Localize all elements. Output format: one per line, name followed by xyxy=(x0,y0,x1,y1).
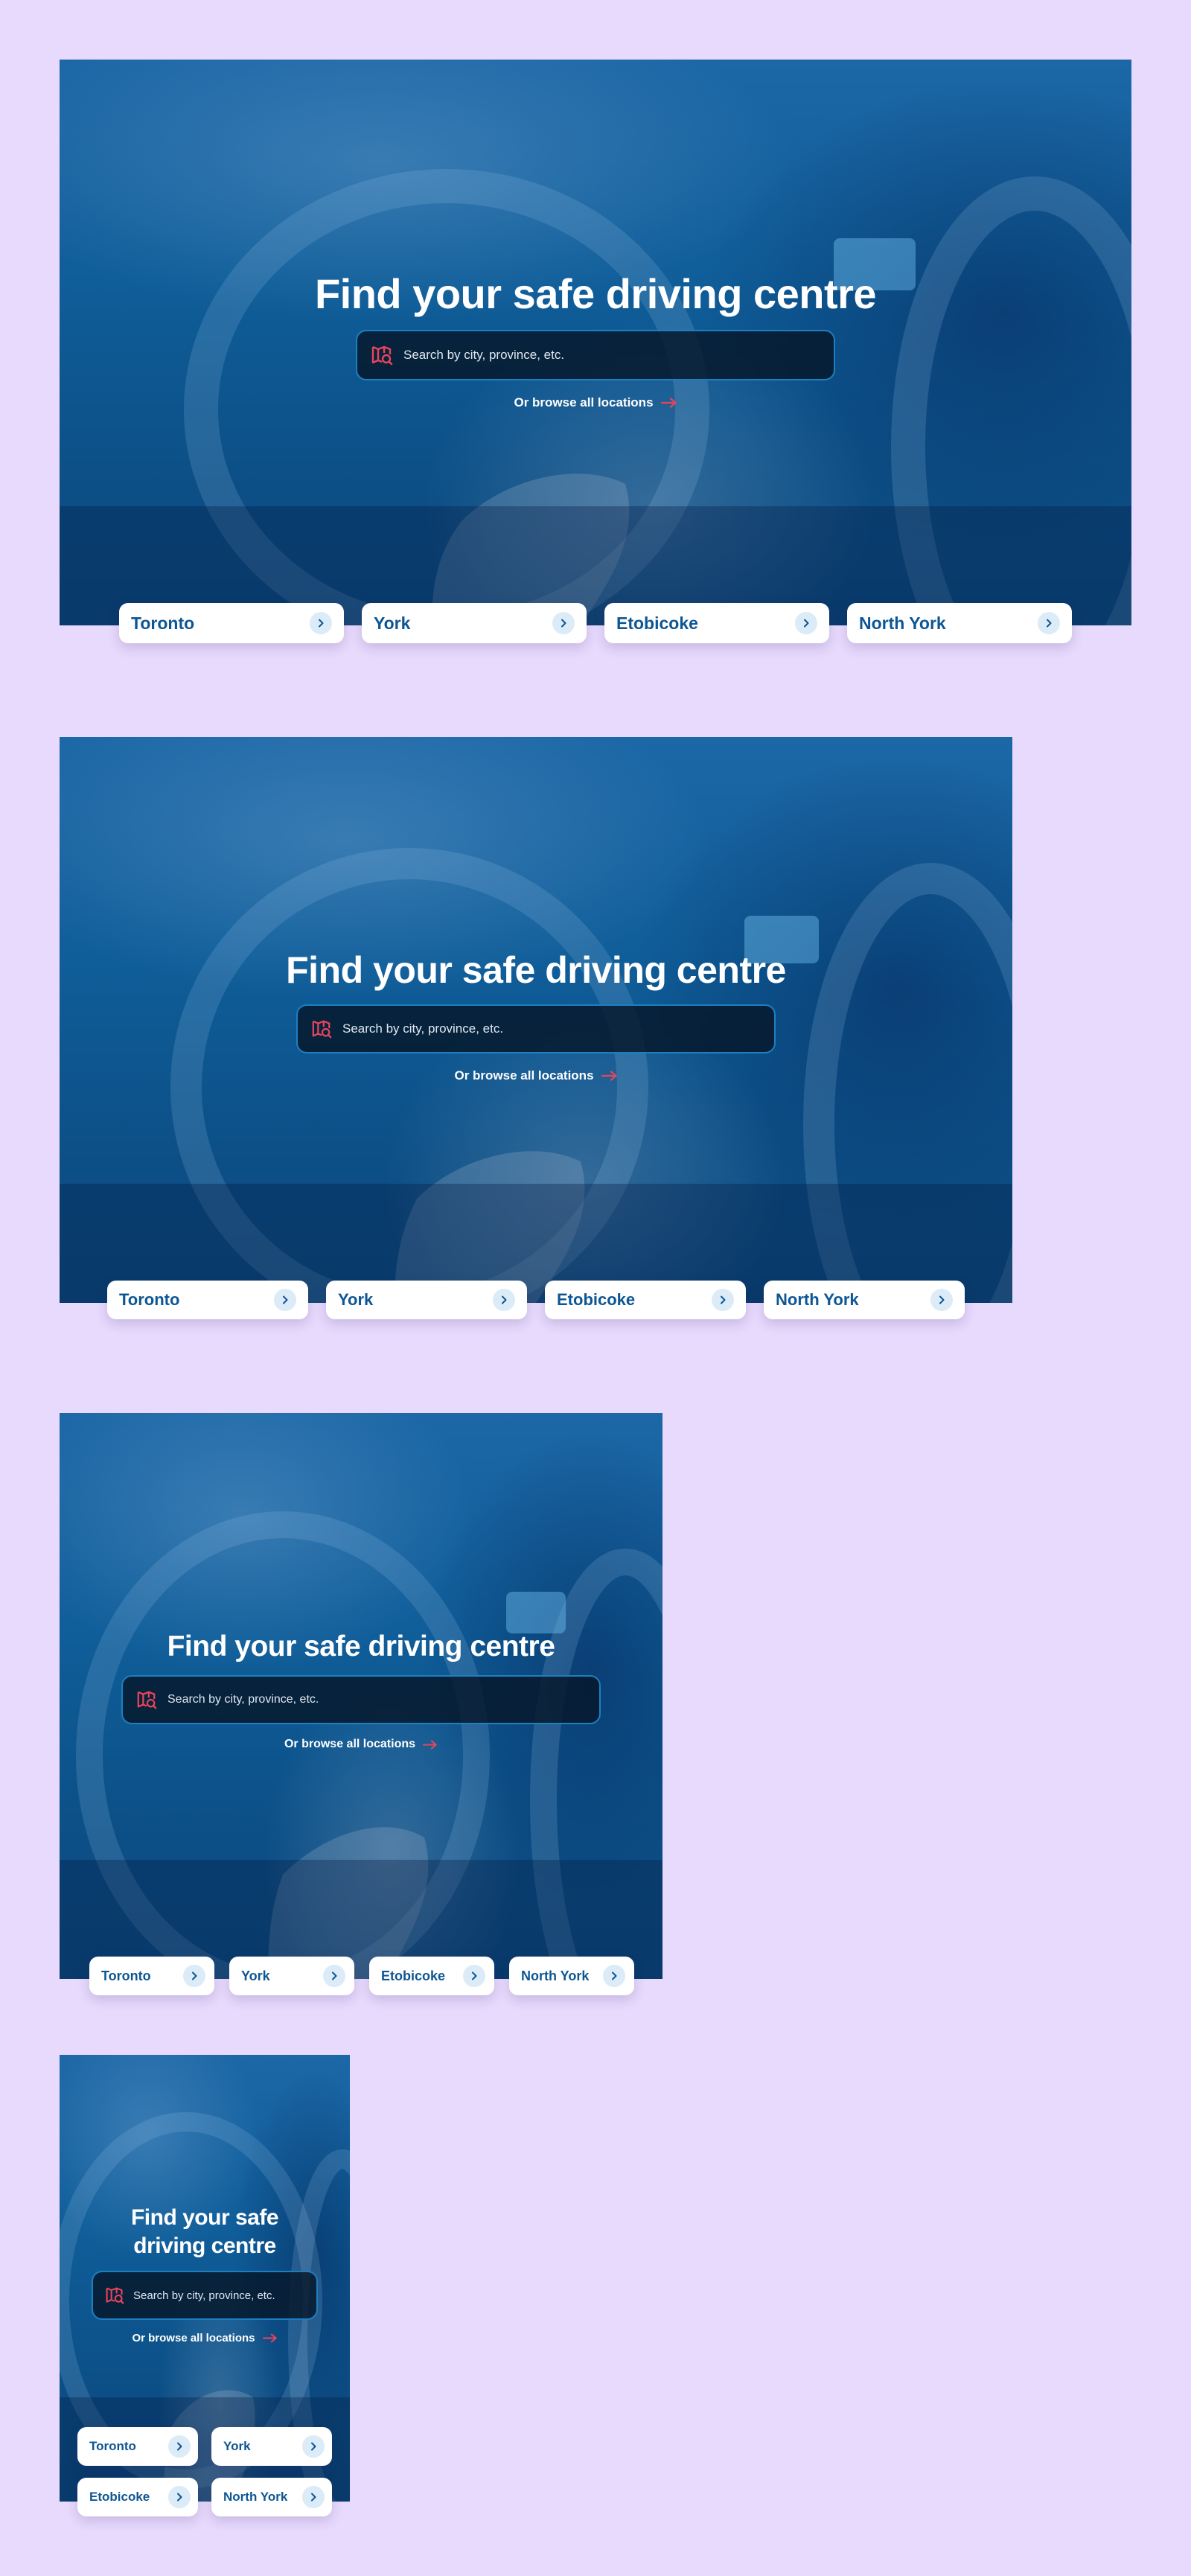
chevron-right-icon xyxy=(310,612,332,634)
chevron-right-icon xyxy=(552,612,575,634)
location-card-north-york[interactable]: North York xyxy=(847,603,1072,643)
search-input[interactable] xyxy=(342,1021,761,1036)
hero-banner: Find your safe driving centre Or browse … xyxy=(60,60,1131,625)
page-title: Find your safe driving centre xyxy=(130,2204,279,2260)
search-input[interactable] xyxy=(133,2289,304,2302)
location-card-label: Etobicoke xyxy=(89,2490,150,2504)
arrow-right-icon xyxy=(423,1740,437,1749)
location-card-label: North York xyxy=(859,613,946,633)
chevron-right-icon xyxy=(302,2435,325,2458)
location-card-toronto[interactable]: Toronto xyxy=(89,1957,214,1995)
arrow-right-icon xyxy=(601,1071,617,1081)
page-title: Find your safe driving centre xyxy=(167,1630,555,1662)
location-card-etobicoke[interactable]: Etobicoke xyxy=(545,1281,746,1319)
location-card-label: North York xyxy=(776,1290,859,1309)
popular-locations: Toronto York Etobicoke North York xyxy=(107,1281,965,1319)
page-title: Find your safe driving centre xyxy=(314,270,877,317)
browse-all-locations-link[interactable]: Or browse all locations xyxy=(514,395,677,410)
chevron-right-icon xyxy=(274,1289,296,1311)
arrow-right-icon xyxy=(660,398,677,408)
location-card-york[interactable]: York xyxy=(326,1281,527,1319)
chevron-right-icon xyxy=(1038,612,1060,634)
chevron-right-icon xyxy=(712,1289,734,1311)
location-card-label: York xyxy=(374,613,411,633)
chevron-right-icon xyxy=(168,2486,191,2508)
hero-variant-mobile: Find your safe driving centre Or browse … xyxy=(60,2055,350,2518)
search-bar[interactable] xyxy=(356,330,835,380)
hero-content: Find your safe driving centre Or browse … xyxy=(60,1629,662,1751)
location-card-etobicoke[interactable]: Etobicoke xyxy=(604,603,829,643)
browse-all-locations-link[interactable]: Or browse all locations xyxy=(284,1738,438,1751)
hero-variant-desktop: Find your safe driving centre Or browse … xyxy=(60,60,1131,667)
arrow-right-icon xyxy=(262,2333,277,2343)
location-card-etobicoke[interactable]: Etobicoke xyxy=(369,1957,494,1995)
location-card-toronto[interactable]: Toronto xyxy=(119,603,344,643)
location-card-label: North York xyxy=(223,2490,288,2504)
popular-locations: Toronto York Etobicoke North York xyxy=(119,603,1072,643)
browse-all-locations-link[interactable]: Or browse all locations xyxy=(454,1068,617,1083)
location-card-etobicoke[interactable]: Etobicoke xyxy=(77,2478,198,2516)
location-card-label: Etobicoke xyxy=(557,1290,636,1309)
popular-locations: Toronto York Etobicoke North York xyxy=(77,2427,332,2516)
location-card-york[interactable]: York xyxy=(229,1957,354,1995)
location-card-york[interactable]: York xyxy=(362,603,587,643)
hero-variant-laptop: Find your safe driving centre Or browse … xyxy=(60,737,1012,1319)
browse-all-locations-link[interactable]: Or browse all locations xyxy=(132,2332,277,2344)
hero-content: Find your safe driving centre Or browse … xyxy=(60,270,1131,410)
popular-locations: Toronto York Etobicoke North York xyxy=(89,1957,634,1995)
browse-all-locations-label: Or browse all locations xyxy=(514,395,654,409)
location-card-label: Toronto xyxy=(101,1968,151,1983)
chevron-right-icon xyxy=(183,1965,205,1987)
location-card-north-york[interactable]: North York xyxy=(509,1957,634,1995)
chevron-right-icon xyxy=(603,1965,625,1987)
location-card-north-york[interactable]: North York xyxy=(211,2478,332,2516)
chevron-right-icon xyxy=(463,1965,485,1987)
location-card-label: North York xyxy=(521,1968,590,1983)
chevron-right-icon xyxy=(930,1289,953,1311)
page-title: Find your safe driving centre xyxy=(286,949,786,991)
hero-banner: Find your safe driving centre Or browse … xyxy=(60,1413,662,1979)
location-card-toronto[interactable]: Toronto xyxy=(107,1281,308,1319)
search-bar[interactable] xyxy=(92,2271,318,2320)
chevron-right-icon xyxy=(795,612,817,634)
location-card-label: Toronto xyxy=(119,1290,180,1309)
location-card-north-york[interactable]: North York xyxy=(764,1281,965,1319)
location-card-label: Toronto xyxy=(89,2439,136,2453)
location-card-york[interactable]: York xyxy=(211,2427,332,2466)
search-input[interactable] xyxy=(167,1693,586,1706)
chevron-right-icon xyxy=(302,2486,325,2508)
hero-banner: Find your safe driving centre Or browse … xyxy=(60,737,1012,1303)
map-search-icon xyxy=(137,1691,157,1709)
hero-variant-tablet: Find your safe driving centre Or browse … xyxy=(60,1413,662,1997)
chevron-right-icon xyxy=(168,2435,191,2458)
location-card-label: Toronto xyxy=(131,613,195,633)
chevron-right-icon xyxy=(493,1289,515,1311)
hero-content: Find your safe driving centre Or browse … xyxy=(60,948,1012,1083)
location-card-label: York xyxy=(338,1290,374,1309)
location-card-label: York xyxy=(223,2439,251,2453)
map-search-icon xyxy=(371,345,393,366)
map-search-icon xyxy=(106,2287,124,2304)
page-title-line-1: Find your safe xyxy=(130,2205,279,2230)
browse-all-locations-label: Or browse all locations xyxy=(284,1738,416,1750)
search-input[interactable] xyxy=(403,348,820,363)
search-bar[interactable] xyxy=(296,1004,776,1053)
location-card-toronto[interactable]: Toronto xyxy=(77,2427,198,2466)
search-bar[interactable] xyxy=(121,1675,601,1724)
browse-all-locations-label: Or browse all locations xyxy=(454,1068,594,1083)
map-search-icon xyxy=(312,1020,332,1039)
browse-all-locations-label: Or browse all locations xyxy=(132,2332,255,2344)
location-card-label: Etobicoke xyxy=(381,1968,446,1983)
location-card-label: Etobicoke xyxy=(616,613,698,633)
chevron-right-icon xyxy=(323,1965,345,1987)
hero-content: Find your safe driving centre Or browse … xyxy=(60,2204,350,2344)
page-title-line-2: driving centre xyxy=(133,2234,276,2258)
location-card-label: York xyxy=(241,1968,270,1983)
